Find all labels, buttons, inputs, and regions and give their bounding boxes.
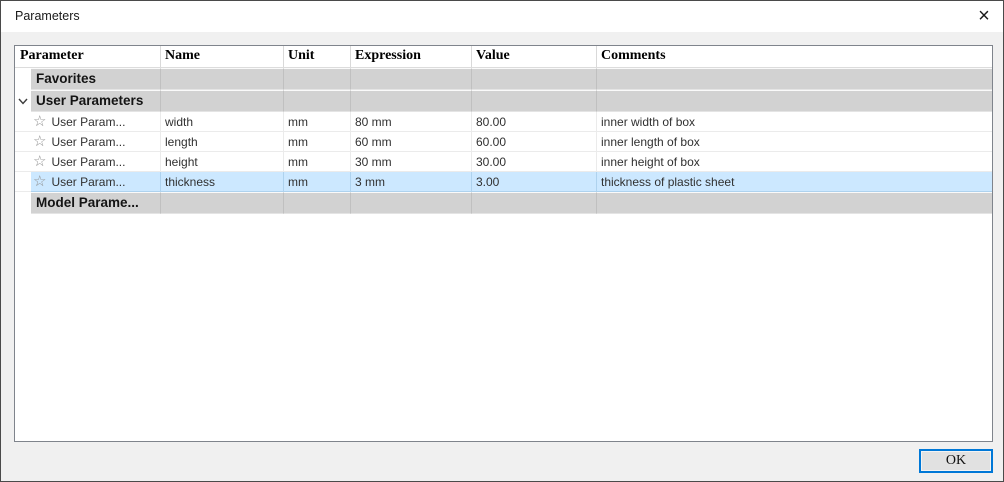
- row-indent: [15, 68, 31, 90]
- cell-comment[interactable]: inner length of box: [597, 132, 992, 152]
- group-cell: [472, 68, 597, 90]
- cell-value[interactable]: 60.00: [472, 132, 597, 152]
- table-header-row: Parameter Name Unit Expression Value Com…: [15, 46, 992, 68]
- cell-expression[interactable]: 3 mm: [351, 172, 472, 192]
- cell-name[interactable]: width: [161, 112, 284, 132]
- cell-unit[interactable]: mm: [284, 132, 351, 152]
- parameters-table: Parameter Name Unit Expression Value Com…: [14, 45, 993, 442]
- favorite-star-icon[interactable]: ☆: [33, 154, 46, 169]
- cell-name[interactable]: height: [161, 152, 284, 172]
- cell-unit[interactable]: mm: [284, 152, 351, 172]
- parameter-row-thickness[interactable]: ☆ User Param... thickness mm 3 mm 3.00 t…: [15, 172, 992, 192]
- cell-value[interactable]: 3.00: [472, 172, 597, 192]
- cell-value[interactable]: 30.00: [472, 152, 597, 172]
- close-icon: ×: [978, 6, 990, 26]
- group-cell: [161, 68, 284, 90]
- group-cell: [161, 90, 284, 112]
- title-bar[interactable]: Parameters ×: [1, 1, 1003, 32]
- group-row-user-parameters[interactable]: User Parameters: [15, 90, 992, 112]
- cell-comment[interactable]: thickness of plastic sheet: [597, 172, 992, 192]
- param-type-label: User Param...: [51, 155, 125, 169]
- close-button[interactable]: ×: [971, 4, 997, 28]
- param-type-label: User Param...: [51, 115, 125, 129]
- row-indent: [15, 112, 31, 132]
- parameter-row-width[interactable]: ☆ User Param... width mm 80 mm 80.00 inn…: [15, 112, 992, 132]
- group-label-model-parameters: Model Parame...: [31, 193, 160, 213]
- group-cell: [597, 90, 992, 112]
- ok-button[interactable]: OK: [919, 449, 993, 473]
- chevron-down-icon: [18, 98, 28, 105]
- expand-collapse-toggle[interactable]: [15, 90, 31, 112]
- group-row-favorites[interactable]: Favorites: [15, 68, 992, 90]
- column-header-comments[interactable]: Comments: [597, 46, 992, 68]
- table-empty-area: [15, 214, 992, 420]
- group-label-favorites: Favorites: [31, 69, 160, 89]
- row-indent: [15, 172, 31, 192]
- row-indent: [15, 132, 31, 152]
- cell-comment[interactable]: inner width of box: [597, 112, 992, 132]
- cell-unit[interactable]: mm: [284, 172, 351, 192]
- param-type-label: User Param...: [51, 135, 125, 149]
- group-cell: [284, 68, 351, 90]
- group-cell: [597, 192, 992, 214]
- group-cell: [351, 90, 472, 112]
- favorite-star-icon[interactable]: ☆: [33, 114, 46, 129]
- cell-expression[interactable]: 60 mm: [351, 132, 472, 152]
- row-indent: [15, 152, 31, 172]
- parameters-dialog: Parameters × Parameter Name Unit Express…: [0, 0, 1004, 482]
- cell-unit[interactable]: mm: [284, 112, 351, 132]
- cell-name[interactable]: thickness: [161, 172, 284, 192]
- group-cell: [284, 90, 351, 112]
- favorite-star-icon[interactable]: ☆: [33, 174, 46, 189]
- group-label-user-parameters: User Parameters: [31, 91, 160, 111]
- group-cell: [284, 192, 351, 214]
- column-header-parameter[interactable]: Parameter: [15, 46, 161, 68]
- cell-name[interactable]: length: [161, 132, 284, 152]
- cell-expression[interactable]: 80 mm: [351, 112, 472, 132]
- column-header-name[interactable]: Name: [161, 46, 284, 68]
- ok-button-label: OK: [946, 453, 966, 469]
- cell-comment[interactable]: inner height of box: [597, 152, 992, 172]
- column-header-expression[interactable]: Expression: [351, 46, 472, 68]
- cell-value[interactable]: 80.00: [472, 112, 597, 132]
- group-cell: [597, 68, 992, 90]
- group-row-model-parameters[interactable]: Model Parame...: [15, 192, 992, 214]
- row-indent: [15, 192, 31, 214]
- cell-expression[interactable]: 30 mm: [351, 152, 472, 172]
- column-header-value[interactable]: Value: [472, 46, 597, 68]
- group-cell: [351, 192, 472, 214]
- column-header-unit[interactable]: Unit: [284, 46, 351, 68]
- dialog-title: Parameters: [15, 9, 80, 23]
- group-cell: [472, 192, 597, 214]
- group-cell: [472, 90, 597, 112]
- parameter-row-height[interactable]: ☆ User Param... height mm 30 mm 30.00 in…: [15, 152, 992, 172]
- favorite-star-icon[interactable]: ☆: [33, 134, 46, 149]
- param-type-label: User Param...: [51, 175, 125, 189]
- group-cell: [351, 68, 472, 90]
- parameter-row-length[interactable]: ☆ User Param... length mm 60 mm 60.00 in…: [15, 132, 992, 152]
- group-cell: [161, 192, 284, 214]
